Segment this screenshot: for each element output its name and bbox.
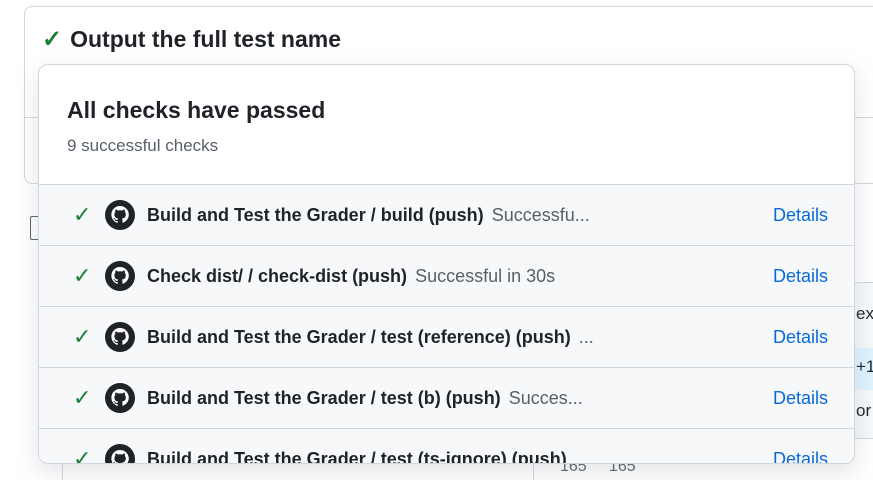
bg-fragment-3: or: [856, 401, 872, 420]
check-status: ...: [578, 326, 594, 347]
check-icon: ✓: [73, 202, 92, 227]
check-row[interactable]: ✓ Build and Test the Grader / test (ts-i…: [39, 429, 854, 464]
github-icon: [105, 444, 135, 463]
popover-title: All checks have passed: [67, 97, 326, 123]
details-link[interactable]: Details: [773, 388, 828, 409]
github-icon: [105, 383, 135, 413]
check-status: Succes...: [508, 387, 583, 408]
details-link[interactable]: Details: [773, 449, 828, 464]
popover-header: All checks have passed 9 successful chec…: [39, 65, 854, 184]
check-status: Successful in 30s: [415, 265, 556, 286]
details-link[interactable]: Details: [773, 327, 828, 348]
check-icon: ✓: [73, 385, 92, 410]
checks-popover: All checks have passed 9 successful chec…: [38, 64, 855, 464]
check-status: Successfu...: [491, 204, 590, 225]
check-row[interactable]: ✓ Check dist/ / check-dist (push) Success…: [39, 246, 854, 307]
github-icon: [105, 322, 135, 352]
job-header: ✓ Output the full test name: [42, 26, 341, 53]
check-name: Check dist/ / check-dist (push): [147, 265, 408, 286]
check-row[interactable]: ✓ Build and Test the Grader / test (refe…: [39, 307, 854, 368]
check-icon: ✓: [42, 25, 63, 53]
bg-fragment-2: +1: [856, 357, 873, 376]
check-name: Build and Test the Grader / test (ts-ign…: [147, 448, 567, 464]
github-icon: [105, 200, 135, 230]
check-name: Build and Test the Grader / test (refere…: [147, 326, 571, 347]
bg-fragment-1: ex: [856, 304, 873, 323]
job-title: Output the full test name: [70, 26, 341, 52]
check-icon: ✓: [73, 263, 92, 288]
check-icon: ✓: [73, 324, 92, 349]
check-row[interactable]: ✓ Build and Test the Grader / build (pus…: [39, 185, 854, 246]
check-list: ✓ Build and Test the Grader / build (pus…: [39, 184, 854, 464]
details-link[interactable]: Details: [773, 205, 828, 226]
popover-subtitle: 9 successful checks: [67, 136, 219, 155]
github-icon: [105, 261, 135, 291]
check-row[interactable]: ✓ Build and Test the Grader / test (b) (…: [39, 368, 854, 429]
check-name: Build and Test the Grader / test (b) (pu…: [147, 387, 501, 408]
check-icon: ✓: [73, 446, 92, 464]
check-name: Build and Test the Grader / build (push): [147, 204, 484, 225]
details-link[interactable]: Details: [773, 266, 828, 287]
